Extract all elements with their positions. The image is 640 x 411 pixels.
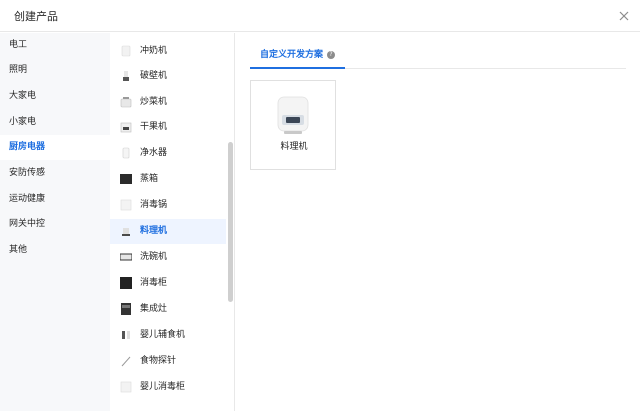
food-processor-icon bbox=[122, 228, 130, 236]
food-processor-product-image bbox=[277, 96, 309, 134]
integrated-stove-icon bbox=[121, 303, 131, 315]
water-purifier-icon bbox=[122, 147, 130, 159]
category-item-sports-health[interactable]: 运动健康 bbox=[0, 187, 110, 212]
close-button[interactable] bbox=[617, 9, 631, 23]
food-probe-icon bbox=[121, 356, 131, 367]
category-item-kitchen-appliances[interactable]: 厨房电器 bbox=[0, 135, 110, 160]
category-item-other[interactable]: 其他 bbox=[0, 238, 110, 263]
product-list: 冲奶机 破壁机 炒菜机 干果机 净水器 蒸箱 消毒锅 料理机 洗碗机 消毒柜 集… bbox=[110, 33, 235, 411]
baby-disinfection-cabinet-icon bbox=[120, 381, 132, 393]
formula-maker-icon bbox=[121, 45, 131, 57]
product-item-food-probe[interactable]: 食物探针 bbox=[110, 349, 226, 374]
product-item-baby-disinfection-cabinet[interactable]: 婴儿消毒柜 bbox=[110, 375, 226, 400]
help-icon[interactable]: ? bbox=[327, 50, 336, 59]
baby-food-maker-icon bbox=[122, 331, 130, 339]
close-icon bbox=[619, 11, 629, 21]
dishwasher-icon bbox=[120, 253, 132, 261]
dialog-header: 创建产品 bbox=[0, 0, 640, 32]
category-item-electrician[interactable]: 电工 bbox=[0, 33, 110, 58]
category-item-security-sensors[interactable]: 安防传感 bbox=[0, 161, 110, 186]
dialog-title: 创建产品 bbox=[14, 10, 58, 23]
solution-tabs: 自定义开发方案? bbox=[250, 43, 626, 69]
product-item-sterilizer-pot[interactable]: 消毒锅 bbox=[110, 193, 226, 218]
solution-card-food-processor[interactable]: 料理机 bbox=[250, 80, 336, 170]
solution-card-label: 料理机 bbox=[280, 142, 308, 152]
category-item-lighting[interactable]: 照明 bbox=[0, 58, 110, 83]
tab-custom-development[interactable]: 自定义开发方案? bbox=[250, 43, 346, 69]
product-item-steam-oven[interactable]: 蒸箱 bbox=[110, 167, 226, 192]
product-item-disinfection-cabinet[interactable]: 消毒柜 bbox=[110, 271, 226, 296]
product-item-integrated-stove[interactable]: 集成灶 bbox=[110, 297, 226, 322]
create-product-dialog: 创建产品 电工 照明 大家电 小家电 厨房电器 安防传感 运动健康 网关中控 其… bbox=[0, 0, 640, 411]
solution-panel: 自定义开发方案? 料理机 bbox=[236, 33, 640, 411]
sterilizer-pot-icon bbox=[120, 199, 132, 211]
product-item-cooking-robot[interactable]: 炒菜机 bbox=[110, 90, 226, 115]
product-item-water-purifier[interactable]: 净水器 bbox=[110, 141, 226, 166]
category-item-small-appliances[interactable]: 小家电 bbox=[0, 110, 110, 135]
product-item-blender[interactable]: 破壁机 bbox=[110, 64, 226, 89]
disinfection-cabinet-icon bbox=[120, 277, 132, 289]
cooking-robot-icon bbox=[120, 97, 132, 108]
product-item-formula-maker[interactable]: 冲奶机 bbox=[110, 39, 226, 64]
steam-oven-icon bbox=[120, 174, 132, 184]
product-item-dried-fruit-machine[interactable]: 干果机 bbox=[110, 115, 226, 140]
category-list: 电工 照明 大家电 小家电 厨房电器 安防传感 运动健康 网关中控 其他 bbox=[0, 33, 110, 411]
product-item-dishwasher[interactable]: 洗碗机 bbox=[110, 245, 226, 270]
dried-fruit-machine-icon bbox=[120, 122, 132, 133]
product-item-baby-food-maker[interactable]: 婴儿辅食机 bbox=[110, 323, 226, 348]
product-item-food-processor[interactable]: 料理机 bbox=[110, 219, 226, 244]
blender-icon bbox=[123, 71, 129, 81]
category-item-large-appliances[interactable]: 大家电 bbox=[0, 84, 110, 109]
product-list-scrollbar[interactable] bbox=[228, 142, 233, 302]
category-item-gateway-control[interactable]: 网关中控 bbox=[0, 212, 110, 237]
